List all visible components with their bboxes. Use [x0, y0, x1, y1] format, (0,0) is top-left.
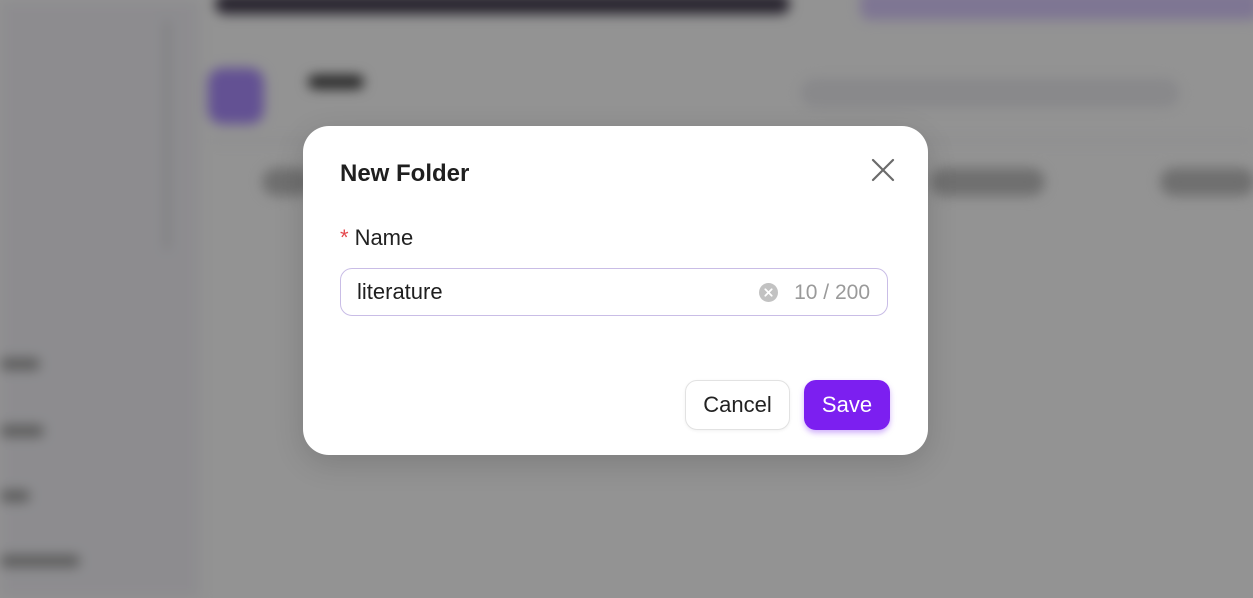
name-input[interactable]	[357, 269, 737, 315]
close-button[interactable]	[869, 156, 897, 184]
name-label-text: Name	[354, 225, 414, 250]
new-folder-dialog: New Folder *Name 10 / 200 Cancel Save	[303, 126, 928, 455]
clear-circle-icon[interactable]	[759, 283, 778, 302]
save-button[interactable]: Save	[804, 380, 890, 430]
cancel-button[interactable]: Cancel	[685, 380, 790, 430]
required-mark: *	[340, 225, 349, 250]
character-counter: 10 / 200	[794, 281, 870, 304]
page: New Folder *Name 10 / 200 Cancel Save	[0, 0, 1253, 598]
name-field-label: * Name	[340, 225, 413, 251]
clear-x-glyph	[764, 288, 773, 297]
close-icon	[871, 158, 895, 182]
dialog-title: New Folder	[340, 160, 470, 187]
name-input-wrapper: 10 / 200	[340, 268, 888, 316]
